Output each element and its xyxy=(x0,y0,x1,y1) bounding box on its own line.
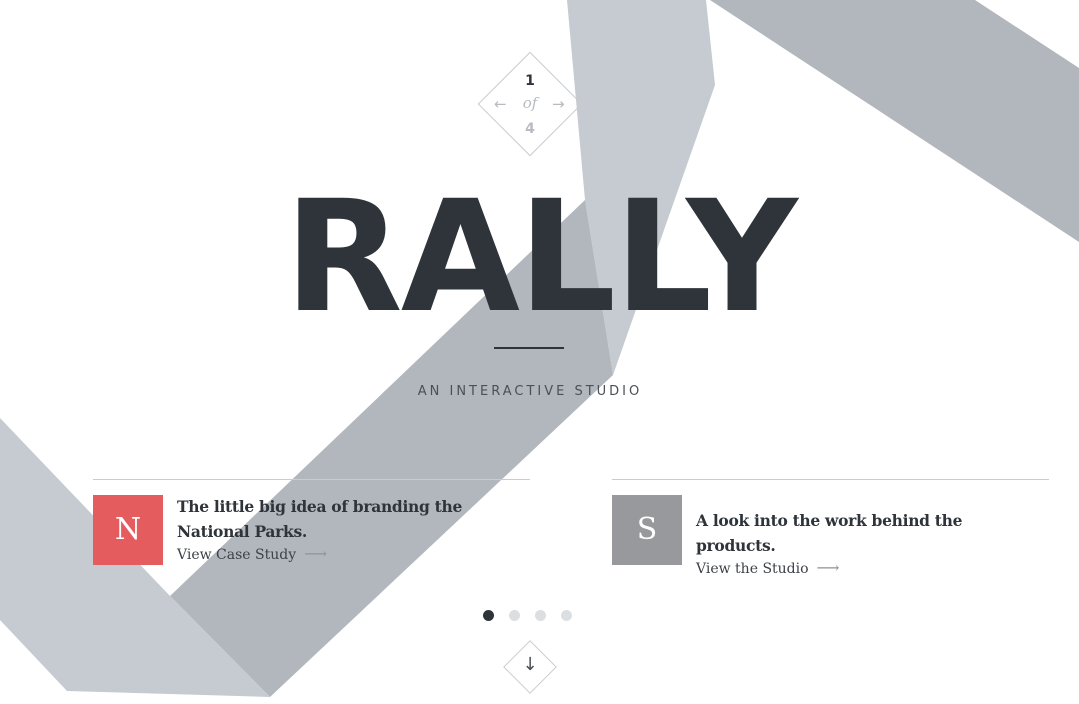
studio-heading: A look into the work behind the products… xyxy=(696,511,963,555)
view-studio-link[interactable]: View the Studio ⟶ xyxy=(696,558,839,579)
long-arrow-right-icon: ⟶ xyxy=(816,558,840,577)
studio-card[interactable]: S A look into the work behind the produc… xyxy=(612,479,1049,577)
title-divider xyxy=(494,347,564,349)
arrow-down-icon: ↓ xyxy=(522,654,538,675)
case-study-heading: The little big idea of branding the Nati… xyxy=(177,497,463,541)
current-slide-number: 1 xyxy=(525,73,535,89)
long-arrow-right-icon: ⟶ xyxy=(304,544,328,563)
slide-counter: 1 ← of → 4 xyxy=(476,50,584,158)
of-label: of xyxy=(522,94,538,112)
total-slides-number: 4 xyxy=(525,121,535,137)
studio-badge: S xyxy=(612,495,682,565)
arrow-right-icon[interactable]: → xyxy=(552,96,565,112)
case-study-text: The little big idea of branding the Nati… xyxy=(177,494,467,565)
pager-dot-1[interactable] xyxy=(483,610,494,621)
view-case-study-link[interactable]: View Case Study ⟶ xyxy=(177,544,327,565)
hero-title: RALLY xyxy=(284,168,798,347)
studio-text: A look into the work behind the products… xyxy=(696,508,1036,579)
pager-dot-2[interactable] xyxy=(509,610,520,621)
pager-dot-3[interactable] xyxy=(535,610,546,621)
view-case-study-label: View Case Study xyxy=(177,547,297,563)
case-study-card[interactable]: N The little big idea of branding the Na… xyxy=(93,479,530,570)
view-studio-label: View the Studio xyxy=(696,561,809,577)
hero-tagline: AN INTERACTIVE STUDIO xyxy=(417,384,643,399)
scroll-down-button[interactable]: ↓ xyxy=(503,640,557,694)
pager-dot-4[interactable] xyxy=(561,610,572,621)
case-study-badge: N xyxy=(93,495,163,565)
